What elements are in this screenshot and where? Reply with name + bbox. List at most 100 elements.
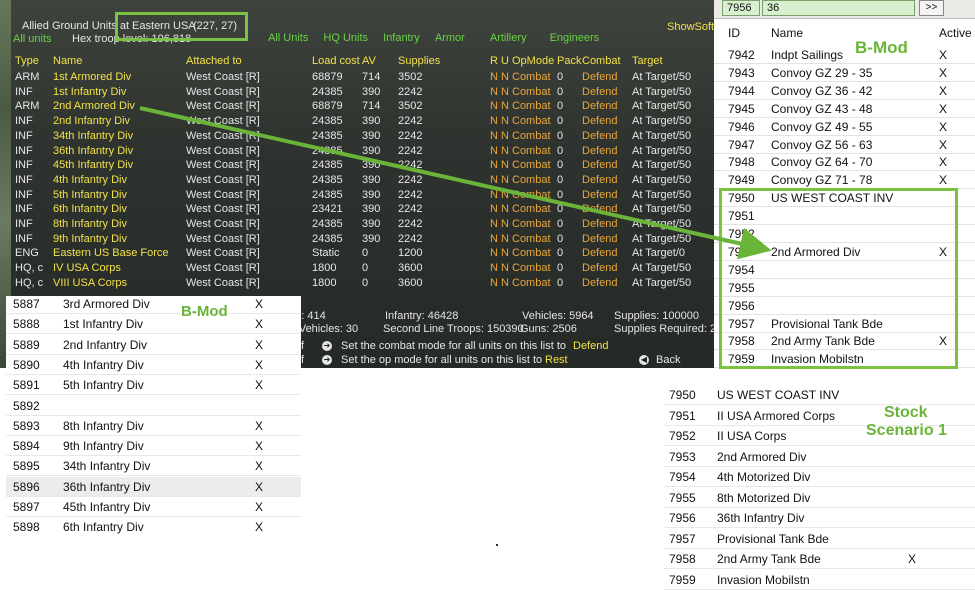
combat-mode-value[interactable]: Defend bbox=[573, 339, 608, 353]
bmod-row[interactable]: 7947 Convoy GZ 56 - 63 X bbox=[714, 136, 975, 154]
unit-name[interactable]: 34th Infantry Div bbox=[53, 129, 133, 143]
filter-armor[interactable]: Armor bbox=[435, 31, 465, 45]
unit-row[interactable]: INF 1st Infantry Div West Coast [R] 24385 39… bbox=[0, 85, 714, 99]
filter-hq-units[interactable]: HQ Units bbox=[323, 31, 368, 45]
unit-row[interactable]: ENG Eastern US Base Force West Coast [R] St… bbox=[0, 246, 714, 260]
next-button[interactable]: >> bbox=[919, 0, 944, 16]
list-row[interactable]: 5897 45th Infantry Div X bbox=[6, 497, 301, 517]
col-active[interactable]: Active bbox=[939, 22, 972, 44]
bmod-row[interactable]: 7946 Convoy GZ 49 - 55 X bbox=[714, 118, 975, 136]
stock-id: 7952 bbox=[669, 429, 696, 443]
id-field[interactable]: 7956 bbox=[722, 0, 760, 16]
list-row[interactable]: 5894 9th Infantry Div X bbox=[6, 436, 301, 457]
unit-name[interactable]: 1st Infantry Div bbox=[53, 85, 126, 99]
stock-row[interactable]: 7954 4th Motorized Div bbox=[664, 467, 975, 487]
list-row[interactable]: 5889 2nd Infantry Div X bbox=[6, 335, 301, 355]
unit-name[interactable]: 6th Infantry Div bbox=[53, 202, 127, 216]
list-row[interactable]: 5896 36th Infantry Div X bbox=[6, 476, 301, 497]
list-row[interactable]: 5891 5th Infantry Div X bbox=[6, 375, 301, 396]
col-opmode[interactable]: OpMode bbox=[512, 54, 554, 68]
back-button[interactable]: Back bbox=[656, 353, 680, 367]
unit-name[interactable]: 36th Infantry Div bbox=[53, 144, 133, 158]
unit-row[interactable]: INF 8th Infantry Div West Coast [R] 24385 39… bbox=[0, 217, 714, 231]
combat-mode-arrow-icon[interactable]: ➜ bbox=[322, 341, 332, 351]
stock-row[interactable]: 7955 8th Motorized Div bbox=[664, 488, 975, 508]
unit-row[interactable]: INF 4th Infantry Div West Coast [R] 24385 39… bbox=[0, 173, 714, 187]
bmod-row[interactable]: 7943 Convoy GZ 29 - 35 X bbox=[714, 64, 975, 82]
unit-name[interactable]: 9th Infantry Div bbox=[53, 232, 127, 246]
filter-infantry[interactable]: Infantry bbox=[383, 31, 420, 45]
unit-opmode: Combat bbox=[512, 188, 551, 201]
op-mode-arrow-icon[interactable]: ➜ bbox=[322, 355, 332, 365]
stock-row[interactable]: 7956 36th Infantry Div bbox=[664, 508, 975, 528]
unit-name[interactable]: 2nd Armored Div bbox=[53, 99, 135, 113]
stock-row[interactable]: 7959 Invasion Mobilstn bbox=[664, 570, 975, 590]
stock-row[interactable]: 7950 US WEST COAST INV bbox=[664, 385, 975, 405]
unit-av: 390 bbox=[362, 232, 381, 245]
unit-name[interactable]: 5th Infantry Div bbox=[53, 188, 127, 202]
unit-sup: 2242 bbox=[398, 115, 423, 128]
unit-name[interactable]: 1st Armored Div bbox=[53, 70, 131, 84]
toggle-f2[interactable]: f bbox=[301, 353, 304, 367]
back-arrow-icon[interactable]: ◀ bbox=[639, 355, 649, 365]
filter-all-units[interactable]: All Units bbox=[268, 31, 308, 45]
col-av[interactable]: AV bbox=[362, 54, 376, 68]
col-name[interactable]: Name bbox=[53, 54, 82, 68]
unit-u: N bbox=[501, 188, 509, 201]
unit-name[interactable]: 8th Infantry Div bbox=[53, 217, 127, 231]
bmod-row[interactable]: 7945 Convoy GZ 43 - 48 X bbox=[714, 100, 975, 118]
list-row[interactable]: 5898 6th Infantry Div X bbox=[6, 517, 301, 536]
unit-target: At Target/50 bbox=[632, 100, 692, 113]
unit-row[interactable]: INF 9th Infantry Div West Coast [R] 24385 39… bbox=[0, 232, 714, 246]
show-soft-button[interactable]: ShowSoft bbox=[667, 20, 714, 34]
stock-row[interactable]: 7953 2nd Armored Div bbox=[664, 447, 975, 467]
bmod-row[interactable]: 7949 Convoy GZ 71 - 78 X bbox=[714, 171, 975, 190]
all-units-filter[interactable]: All units bbox=[13, 32, 52, 46]
toggle-f1[interactable]: f bbox=[301, 339, 304, 353]
bmod-row[interactable]: 7948 Convoy GZ 64 - 70 X bbox=[714, 153, 975, 172]
unit-name[interactable]: Eastern US Base Force bbox=[53, 246, 169, 260]
unit-row[interactable]: HQ, c VIII USA Corps West Coast [R] 1800 0 36… bbox=[0, 276, 714, 290]
unit-name[interactable]: VIII USA Corps bbox=[53, 276, 127, 290]
unit-name[interactable]: 45th Infantry Div bbox=[53, 158, 133, 172]
list-row[interactable]: 5890 4th Infantry Div X bbox=[6, 355, 301, 375]
col-name[interactable]: Name bbox=[771, 22, 803, 44]
col-supplies[interactable]: Supplies bbox=[398, 54, 440, 68]
unit-row[interactable]: HQ, c IV USA Corps West Coast [R] 1800 0 3600… bbox=[0, 261, 714, 275]
unit-name[interactable]: IV USA Corps bbox=[53, 261, 121, 275]
col-r[interactable]: R bbox=[490, 54, 498, 68]
unit-row[interactable]: ARM 2nd Armored Div West Coast [R] 68879 714… bbox=[0, 99, 714, 113]
list-row[interactable]: 5893 8th Infantry Div X bbox=[6, 416, 301, 436]
list-row[interactable]: 5888 1st Infantry Div X bbox=[6, 314, 301, 335]
unit-row[interactable]: INF 6th Infantry Div West Coast [R] 23421 39… bbox=[0, 202, 714, 216]
unit-row[interactable]: INF 45th Infantry Div West Coast [R] 24385 3… bbox=[0, 158, 714, 172]
bmod-label-bottom: B-Mod bbox=[181, 303, 228, 320]
bmod-row[interactable]: 7942 Indpt Sailings X bbox=[714, 46, 975, 64]
filter-engineers[interactable]: Engineers bbox=[550, 31, 600, 45]
unit-r: N bbox=[490, 85, 498, 98]
col-type[interactable]: Type bbox=[15, 54, 39, 68]
col-pack[interactable]: Pack bbox=[557, 54, 581, 68]
unit-row[interactable]: INF 34th Infantry Div West Coast [R] 24385 3… bbox=[0, 129, 714, 143]
unit-row[interactable]: INF 2nd Infantry Div West Coast [R] 24385 39… bbox=[0, 114, 714, 128]
value-field[interactable]: 36 bbox=[762, 0, 915, 16]
filter-artillery[interactable]: Artillery bbox=[490, 31, 527, 45]
list-row[interactable]: 5895 34th Infantry Div X bbox=[6, 456, 301, 477]
stock-row[interactable]: 7957 Provisional Tank Bde bbox=[664, 529, 975, 549]
unit-row[interactable]: INF 36th Infantry Div West Coast [R] 24385 3… bbox=[0, 144, 714, 158]
col-id[interactable]: ID bbox=[728, 22, 740, 44]
unit-row[interactable]: ARM 1st Armored Div West Coast [R] 68879 714… bbox=[0, 70, 714, 84]
unit-name[interactable]: 4th Infantry Div bbox=[53, 173, 127, 187]
bmod-row[interactable]: 7944 Convoy GZ 36 - 42 X bbox=[714, 82, 975, 100]
op-mode-value[interactable]: Rest bbox=[545, 353, 568, 367]
col-u[interactable]: U bbox=[501, 54, 509, 68]
list-row[interactable]: 5887 3rd Armored Div X bbox=[6, 296, 301, 314]
col-combat[interactable]: Combat bbox=[582, 54, 621, 68]
unit-name[interactable]: 2nd Infantry Div bbox=[53, 114, 130, 128]
col-target[interactable]: Target bbox=[632, 54, 663, 68]
col-attached[interactable]: Attached to bbox=[186, 54, 242, 68]
unit-row[interactable]: INF 5th Infantry Div West Coast [R] 24385 39… bbox=[0, 188, 714, 202]
col-load-cost[interactable]: Load cost bbox=[312, 54, 360, 68]
list-row[interactable]: 5892 bbox=[6, 396, 301, 416]
stock-row[interactable]: 7958 2nd Army Tank Bde X bbox=[664, 549, 975, 569]
